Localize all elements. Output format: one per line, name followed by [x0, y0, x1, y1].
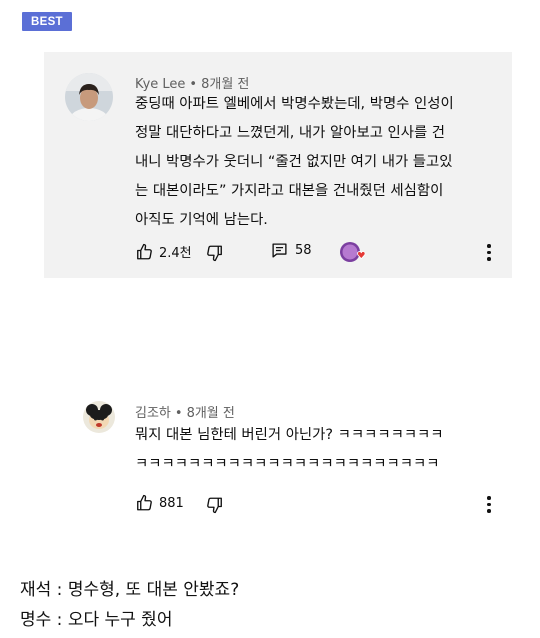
comment-author[interactable]: 김조하 — [135, 406, 171, 421]
best-badge: BEST — [22, 12, 72, 31]
comment-actions: 881 — [135, 492, 505, 516]
comment-line: 중딩때 아파트 엘베에서 박명수봤는데, 박명수 인성이 — [135, 96, 454, 112]
thumbs-up-icon — [137, 494, 152, 511]
comment-line: 뭐지 대본 님한테 버린거 아닌가? ㅋㅋㅋㅋㅋㅋㅋㅋ — [135, 427, 444, 443]
comment-body: 중딩때 아파트 엘베에서 박명수봤는데, 박명수 인성이 정말 대단하다고 느꼈… — [135, 90, 454, 235]
avatar[interactable] — [83, 401, 115, 433]
like-count: 2.4천 — [159, 246, 192, 261]
comment-line: 아직도 기억에 남는다. — [135, 212, 268, 228]
comment-line: 내니 박명수가 웃더니 “줄건 없지만 여기 내가 들고있 — [135, 154, 453, 170]
comment-line: 정말 대단하다고 느꼈던게, 내가 알아보고 인사를 건 — [135, 125, 446, 141]
comment-actions: 2.4천 58 — [135, 240, 505, 264]
more-options-icon[interactable] — [486, 244, 492, 262]
thumbs-down-icon — [207, 245, 222, 262]
more-options-icon[interactable] — [486, 496, 492, 514]
like-button[interactable]: 2.4천 — [135, 242, 192, 261]
thumbs-down-icon — [207, 497, 222, 514]
dislike-button[interactable] — [205, 244, 224, 262]
comment-line: 는 대본이라도” 가지라고 대본을 건내줬던 세심함이 — [135, 183, 444, 199]
like-count: 881 — [159, 495, 184, 511]
best-comment-card: Kye Lee • 8개월 전 중딩때 아파트 엘베에서 박명수봤는데, 박명수 인… — [44, 52, 512, 278]
comment-icon — [272, 243, 287, 258]
comment-meta: 김조하 • 8개월 전 — [135, 406, 235, 421]
dialogue-line: 재석 : 명수형, 또 대본 안봤죠? — [20, 580, 240, 600]
comment-time[interactable]: 8개월 전 — [187, 406, 235, 421]
comment-line: ㅋㅋㅋㅋㅋㅋㅋㅋㅋㅋㅋㅋㅋㅋㅋㅋㅋㅋㅋㅋㅋㅋㅋ — [135, 456, 440, 472]
reply-count: 58 — [295, 243, 312, 258]
replies-button[interactable]: 58 — [271, 242, 312, 259]
avatar[interactable] — [65, 73, 113, 121]
dialogue-line: 명수 : 오다 누구 줬어 — [20, 610, 173, 630]
comment-body: 뭐지 대본 님한테 버린거 아닌가? ㅋㅋㅋㅋㅋㅋㅋㅋ ㅋㅋㅋㅋㅋㅋㅋㅋㅋㅋㅋㅋ… — [135, 421, 444, 479]
creator-heart-icon — [340, 242, 366, 268]
dislike-button[interactable] — [205, 496, 224, 514]
like-button[interactable]: 881 — [135, 494, 184, 512]
thumbs-up-icon — [137, 243, 152, 259]
